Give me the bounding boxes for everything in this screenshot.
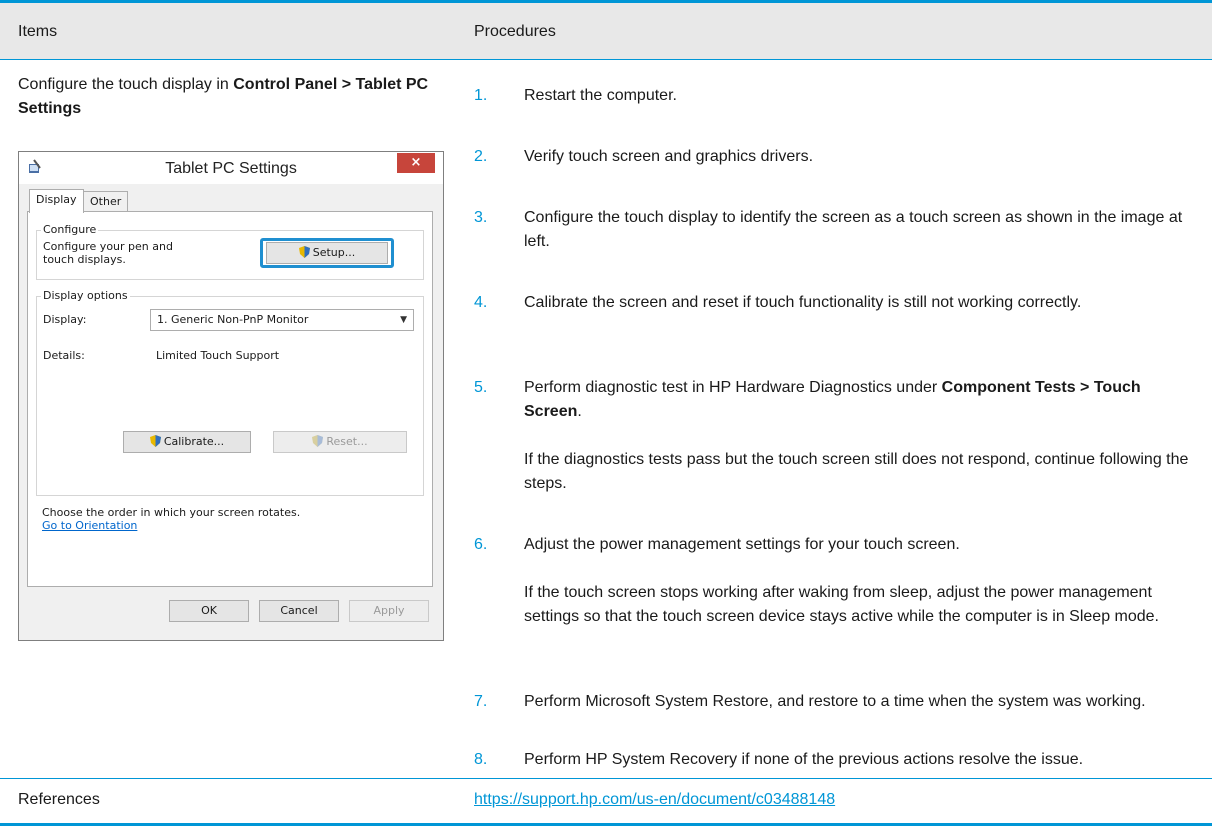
step-number: 1. — [474, 87, 488, 104]
step-text: Perform Microsoft System Restore, and re… — [524, 693, 1146, 710]
display-options-label: Display options — [41, 289, 130, 302]
details-label: Details: — [43, 349, 85, 362]
shield-icon — [149, 435, 161, 447]
step-number: 2. — [474, 148, 488, 165]
step-text: Perform HP System Recovery if none of th… — [524, 751, 1084, 768]
step-text: Configure the touch display to identify … — [524, 209, 1183, 250]
references-label: References — [18, 791, 100, 808]
step-number: 6. — [474, 536, 488, 553]
dialog-titlebar: Tablet PC Settings × — [19, 152, 443, 184]
step-text: Verify touch screen and graphics drivers… — [524, 148, 814, 165]
ok-button[interactable]: OK — [169, 600, 249, 622]
apply-button[interactable]: Apply — [349, 600, 429, 622]
step-note: If the touch screen stops working after … — [524, 584, 1159, 625]
shield-icon — [298, 246, 310, 258]
close-button[interactable]: × — [397, 153, 435, 173]
step-number: 8. — [474, 751, 488, 768]
step-note: If the diagnostics tests pass but the to… — [524, 451, 1189, 492]
step-text: Restart the computer. — [524, 87, 677, 104]
shield-icon — [312, 435, 324, 447]
tab-other[interactable]: Other — [83, 191, 129, 212]
display-select[interactable]: 1. Generic Non-PnP Monitor ▼ — [150, 309, 414, 331]
header-divider — [0, 59, 1212, 60]
items-description: Configure the touch display in Control P… — [18, 76, 429, 117]
procedures-column-header: Procedures — [474, 23, 556, 40]
calibrate-button[interactable]: Calibrate... — [123, 431, 251, 453]
setup-button[interactable]: Setup... — [266, 242, 388, 264]
display-label: Display: — [43, 313, 87, 326]
configure-group-label: Configure — [41, 223, 99, 236]
orientation-description: Choose the order in which your screen ro… — [42, 506, 301, 519]
configure-description: Configure your pen and touch displays. — [43, 240, 173, 266]
cancel-button[interactable]: Cancel — [259, 600, 339, 622]
dialog-title: Tablet PC Settings — [165, 160, 297, 177]
step-text: Adjust the power management settings for… — [524, 536, 960, 553]
configure-group: Configure Configure your pen and touch d… — [36, 223, 424, 280]
table-header: Items Procedures — [0, 3, 1212, 59]
display-tab-panel: Configure Configure your pen and touch d… — [27, 211, 433, 587]
step-number: 3. — [474, 209, 488, 226]
tablet-pc-settings-dialog: Tablet PC Settings × Display Other Confi… — [18, 151, 444, 641]
display-options-group: Display options Display: 1. Generic Non-… — [36, 289, 424, 496]
details-value: Limited Touch Support — [156, 349, 280, 362]
step-text: Calibrate the screen and reset if touch … — [524, 294, 1082, 311]
items-column-header: Items — [18, 23, 58, 40]
step-number: 7. — [474, 693, 488, 710]
chevron-down-icon: ▼ — [400, 315, 407, 325]
go-to-orientation-link[interactable]: Go to Orientation — [42, 519, 137, 532]
references-divider — [0, 778, 1212, 779]
step-text: Perform diagnostic test in HP Hardware D… — [524, 379, 1141, 420]
reset-button[interactable]: Reset... — [273, 431, 407, 453]
step-number: 4. — [474, 294, 488, 311]
references-link[interactable]: https://support.hp.com/us-en/document/c0… — [474, 791, 835, 809]
step-number: 5. — [474, 379, 488, 396]
tab-display[interactable]: Display — [29, 189, 84, 213]
